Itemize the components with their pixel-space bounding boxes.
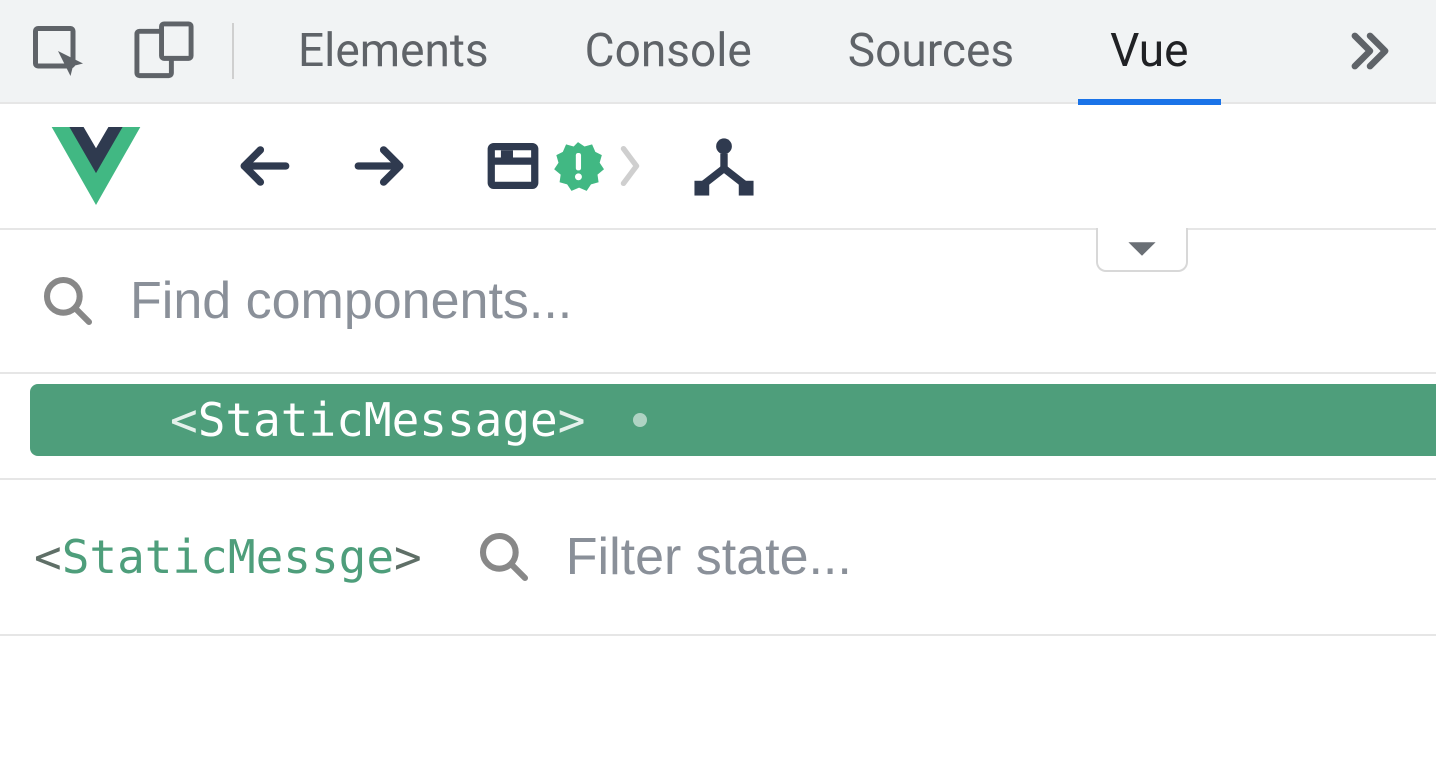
tab-bar-divider bbox=[232, 23, 234, 79]
angle-open: < bbox=[170, 393, 198, 447]
tree-node-indicator-icon bbox=[633, 413, 647, 427]
component-search-input[interactable] bbox=[130, 271, 830, 331]
devtools-tab-bar: Elements Console Sources Vue bbox=[0, 0, 1436, 104]
back-icon[interactable] bbox=[236, 143, 294, 189]
components-icon[interactable] bbox=[692, 136, 756, 196]
state-filter-input[interactable] bbox=[566, 527, 986, 587]
devtools-tab-list: Elements Console Sources Vue bbox=[298, 0, 1189, 103]
component-tree: <StaticMessage> bbox=[0, 374, 1436, 480]
tab-console[interactable]: Console bbox=[585, 0, 752, 103]
vue-logo-icon bbox=[50, 127, 142, 205]
crumb-separator-icon bbox=[614, 140, 646, 192]
vue-app-crumb bbox=[484, 136, 756, 196]
tab-elements[interactable]: Elements bbox=[298, 0, 489, 103]
component-search-row bbox=[0, 230, 1436, 374]
device-toggle-icon[interactable] bbox=[132, 21, 196, 81]
devtools-left-icon-group bbox=[28, 21, 196, 81]
inspect-element-icon[interactable] bbox=[28, 21, 88, 81]
state-breadcrumb-name: StaticMessge bbox=[62, 530, 394, 584]
vue-toolbar bbox=[0, 102, 1436, 230]
state-row: <StaticMessge> bbox=[0, 480, 1436, 636]
tabs-overflow-icon[interactable] bbox=[1344, 25, 1408, 77]
tab-sources[interactable]: Sources bbox=[848, 0, 1014, 103]
tree-node-selected[interactable]: <StaticMessage> bbox=[30, 384, 1436, 456]
state-breadcrumb: <StaticMessge> bbox=[34, 530, 422, 584]
search-icon bbox=[476, 529, 532, 585]
component-view-dropdown[interactable] bbox=[1096, 228, 1188, 272]
verified-badge-icon bbox=[552, 140, 604, 192]
vue-nav-group bbox=[236, 143, 408, 189]
tab-vue[interactable]: Vue bbox=[1110, 0, 1188, 103]
tree-node-label: StaticMessage bbox=[198, 393, 558, 447]
angle-close: > bbox=[558, 393, 586, 447]
app-icon[interactable] bbox=[484, 137, 542, 195]
forward-icon[interactable] bbox=[350, 143, 408, 189]
chevron-down-icon bbox=[1125, 238, 1159, 260]
search-icon bbox=[40, 273, 96, 329]
